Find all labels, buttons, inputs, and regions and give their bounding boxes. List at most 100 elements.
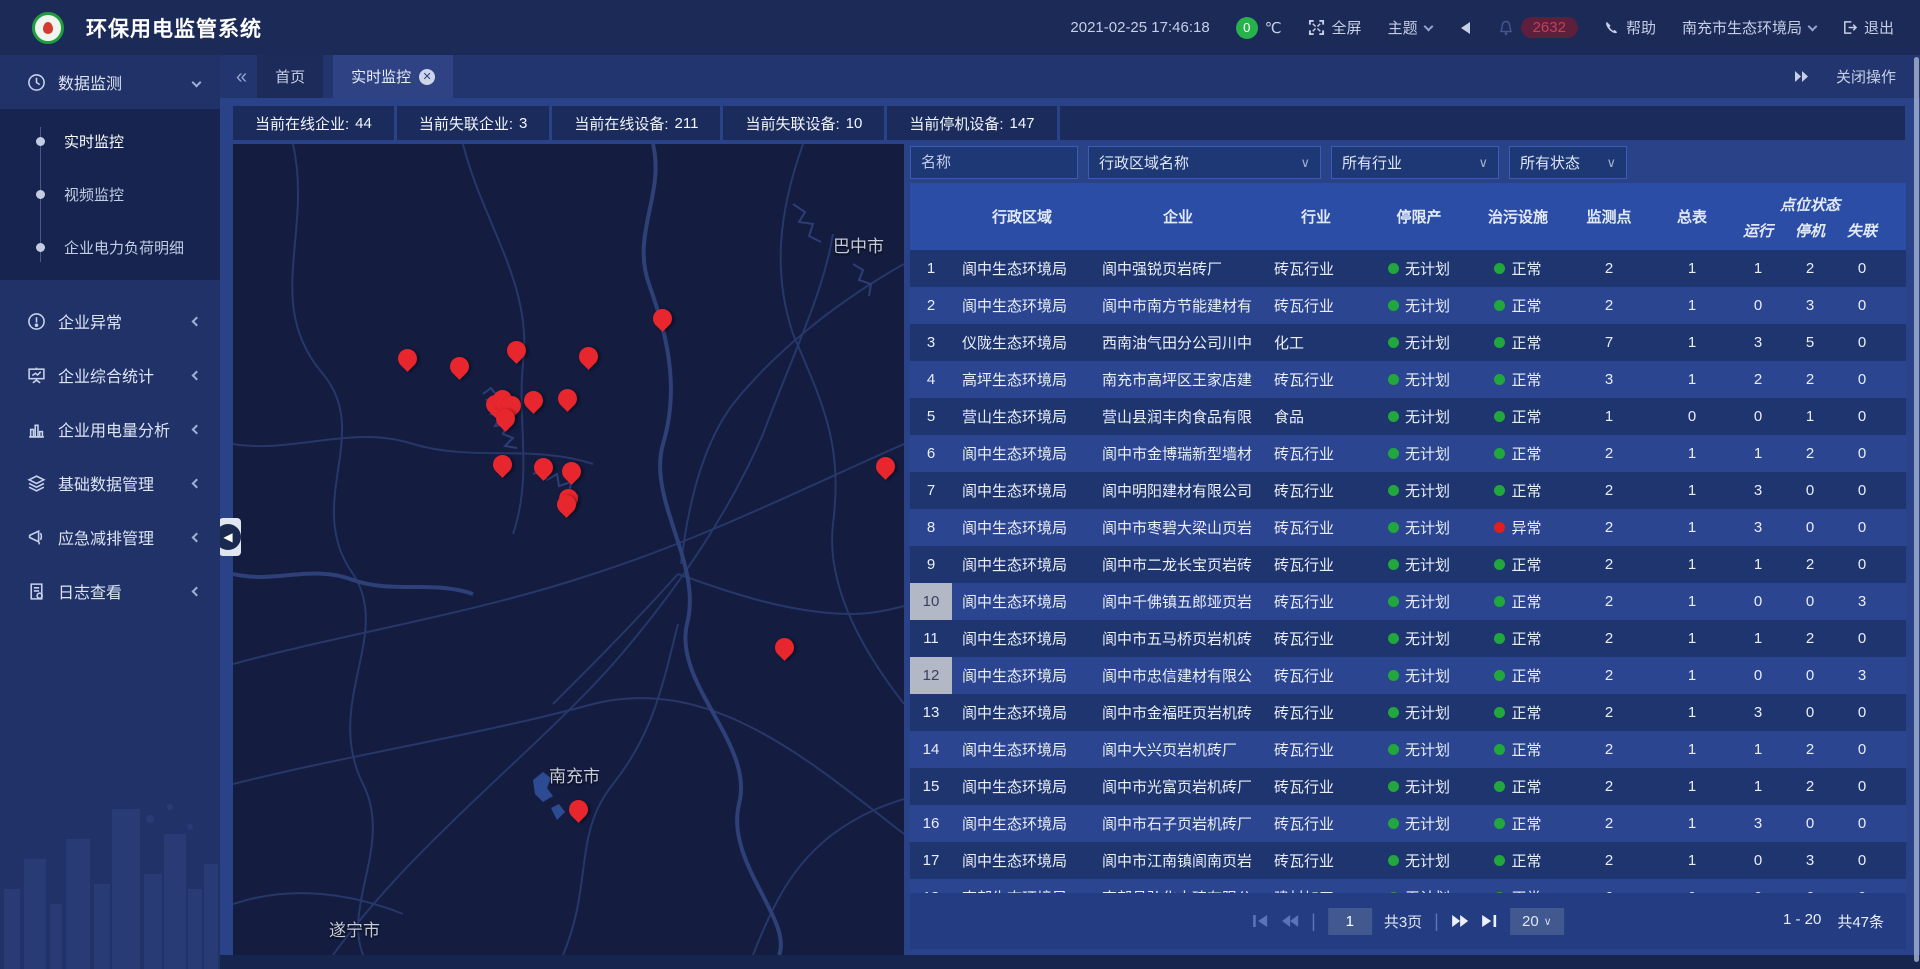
table-row[interactable]: 6阆中生态环境局阆中市金博瑞新型墙材砖瓦行业无计划正常21120 [910,435,1906,472]
table-cell: 阆中生态环境局 [952,287,1092,324]
app-logo-icon [32,12,64,44]
industry-filter-select[interactable]: 所有行业 ∨ [1331,146,1499,179]
sidebar-item-realtime-monitor[interactable]: 实时监控 [0,115,220,168]
table-row[interactable]: 17阆中生态环境局阆中市江南镇阆南页岩砖瓦行业无计划正常21030 [910,842,1906,879]
sidebar-item-base-data[interactable]: 基础数据管理 [0,456,220,510]
table-cell: 3 [1732,805,1784,842]
status-dot [1494,263,1505,274]
table-row[interactable]: 15阆中生态环境局阆中市光富页岩机砖厂砖瓦行业无计划正常21120 [910,768,1906,805]
table-row[interactable]: 16阆中生态环境局阆中市石子页岩机砖厂砖瓦行业无计划正常21300 [910,805,1906,842]
table-row[interactable]: 4高坪生态环境局南充市高坪区王家店建砖瓦行业无计划正常31220 [910,361,1906,398]
table-row[interactable]: 18南部生态环境局南部县弘化土砖有限公建材加工无计划正常60060 [910,879,1906,893]
table-cell: 1 [1652,694,1732,731]
table-cell: 5 [1784,324,1836,361]
status-dot [1494,670,1505,681]
last-page-button[interactable] [1481,914,1498,928]
table-cell: 无计划 [1368,879,1470,893]
table-row[interactable]: 7阆中生态环境局阆中明阳建材有限公司砖瓦行业无计划正常21300 [910,472,1906,509]
table-cell: 阆中生态环境局 [952,620,1092,657]
total-pages-label: 共3页 [1384,911,1422,932]
table-row[interactable]: 1阆中生态环境局阆中强锐页岩砖厂砖瓦行业无计划正常21120 [910,250,1906,287]
table-cell: 阆中千佛镇五郎垭页岩 [1092,583,1264,620]
table-filters: 行政区域名称 ∨ 所有行业 ∨ 所有状态 ∨ [910,146,1627,179]
table-cell: 砖瓦行业 [1264,287,1368,324]
close-operations-button[interactable]: 关闭操作 [1836,66,1896,87]
table-cell: 无计划 [1368,657,1470,694]
org-dropdown[interactable]: 南充市生态环境局 [1682,17,1816,38]
table-row[interactable]: 14阆中生态环境局阆中大兴页岩机砖厂砖瓦行业无计划正常21120 [910,731,1906,768]
table-cell: 阆中强锐页岩砖厂 [1092,250,1264,287]
sidebar-item-log-view[interactable]: 日志查看 [0,564,220,618]
tab-home[interactable]: 首页 [257,55,323,98]
table-cell: 异常 [1470,509,1566,546]
name-filter-input[interactable] [910,146,1078,179]
table-row[interactable]: 13阆中生态环境局阆中市金福旺页岩机砖砖瓦行业无计划正常21300 [910,694,1906,731]
sidebar-item-emergency-reduction[interactable]: 应急减排管理 [0,510,220,564]
status-dot [1388,744,1399,755]
map-panel[interactable]: 巴中市南充市遂宁市 [233,144,904,955]
region-filter-select[interactable]: 行政区域名称 ∨ [1088,146,1321,179]
temperature-badge: 0 [1236,17,1258,39]
sidebar-item-video-monitor[interactable]: 视频监控 [0,168,220,221]
sidebar-item-power-analysis[interactable]: 企业用电量分析 [0,402,220,456]
status-filter-select[interactable]: 所有状态 ∨ [1509,146,1627,179]
table-row[interactable]: 3仪陇生态环境局西南油气田分公司川中化工无计划正常71350 [910,324,1906,361]
notifications[interactable]: 2632 [1498,17,1578,38]
table-cell: 0 [1836,879,1888,893]
page-number-input[interactable] [1328,908,1372,935]
logout-icon [1842,20,1857,35]
table-row[interactable]: 10阆中生态环境局阆中千佛镇五郎垭页岩砖瓦行业无计划正常21003 [910,583,1906,620]
log-file-icon [26,581,46,601]
first-page-button[interactable] [1252,914,1269,928]
table-cell: 正常 [1470,435,1566,472]
table-cell: 砖瓦行业 [1264,805,1368,842]
sidebar-item-power-load-detail[interactable]: 企业电力负荷明细 [0,221,220,274]
next-page-button[interactable] [1451,914,1469,928]
table-cell: 1 [1732,620,1784,657]
table-cell: 砖瓦行业 [1264,842,1368,879]
table-cell: 4 [910,361,952,398]
tab-realtime-monitor[interactable]: 实时监控 ✕ [333,55,453,98]
map-roads [233,144,904,955]
fullscreen-button[interactable]: 全屏 [1308,17,1362,38]
table-cell: 2 [1784,768,1836,805]
table-cell: 2 [1732,361,1784,398]
table-cell: 砖瓦行业 [1264,583,1368,620]
table-row[interactable]: 9阆中生态环境局阆中市二龙长宝页岩砖砖瓦行业无计划正常21120 [910,546,1906,583]
table-row[interactable]: 8阆中生态环境局阆中市枣碧大梁山页岩砖瓦行业无计划异常21300 [910,509,1906,546]
theme-dropdown[interactable]: 主题 [1388,17,1432,38]
table-row[interactable]: 5营山生态环境局营山县润丰肉食品有限食品无计划正常10010 [910,398,1906,435]
table-row[interactable]: 11阆中生态环境局阆中市五马桥页岩机砖砖瓦行业无计划正常21120 [910,620,1906,657]
status-dot [1388,781,1399,792]
tabs-scroll-right-icon[interactable] [1794,70,1810,83]
chevron-down-icon [1808,21,1818,31]
sidebar-item-enterprise-stats[interactable]: 企业综合统计 [0,348,220,402]
table-cell: 12 [910,657,952,694]
page-size-select[interactable]: 20 ∨ [1510,908,1564,935]
table-cell: 1 [1652,620,1732,657]
sidebar-collapse-handle[interactable]: ◀ [219,518,241,556]
chevron-down-icon: ∨ [1606,155,1616,171]
table-cell: 1 [1652,657,1732,694]
logout-button[interactable]: 退出 [1842,17,1894,38]
table-cell: 2 [1784,250,1836,287]
table-cell: 0 [1732,657,1784,694]
prev-page-button[interactable] [1281,914,1299,928]
table-cell: 阆中市五马桥页岩机砖 [1092,620,1264,657]
close-tab-icon[interactable]: ✕ [419,69,435,85]
chevron-left-icon [192,532,202,542]
table-cell: 阆中市南方节能建材有 [1092,287,1264,324]
table-cell: 1 [1652,435,1732,472]
sidebar-item-data-monitor[interactable]: 数据监测 [0,55,220,109]
page-scrollbar[interactable] [1914,57,1919,962]
table-cell: 0 [1836,287,1888,324]
tabs-scroll-left-icon[interactable]: « [236,67,247,87]
mute-button[interactable] [1458,21,1472,35]
table-cell: 0 [1836,435,1888,472]
table-row[interactable]: 2阆中生态环境局阆中市南方节能建材有砖瓦行业无计划正常21030 [910,287,1906,324]
sidebar-item-enterprise-abnormal[interactable]: 企业异常 [0,294,220,348]
status-dot [1388,448,1399,459]
table-cell: 2 [1784,546,1836,583]
table-row[interactable]: 12阆中生态环境局阆中市忠信建材有限公砖瓦行业无计划正常21003 [910,657,1906,694]
help-button[interactable]: 帮助 [1604,17,1656,38]
